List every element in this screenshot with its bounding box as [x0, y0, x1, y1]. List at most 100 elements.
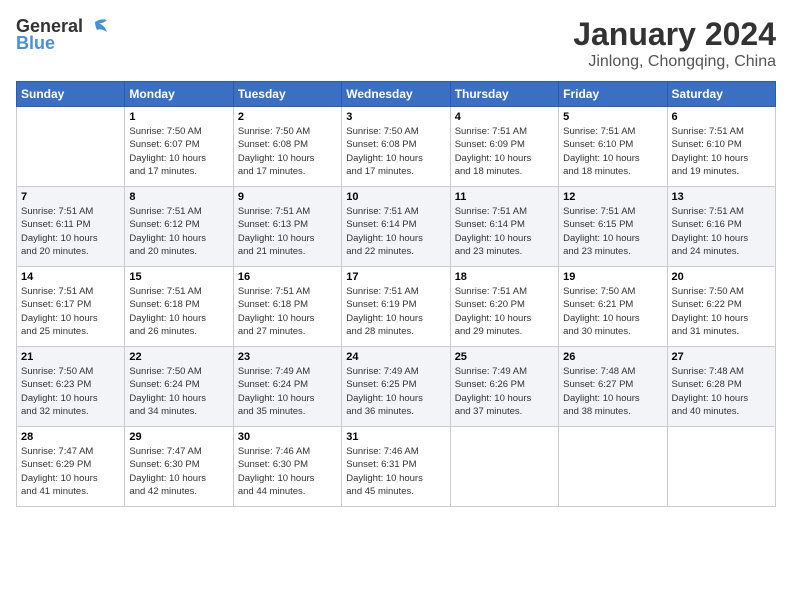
calendar-cell: 15Sunrise: 7:51 AMSunset: 6:18 PMDayligh… [125, 267, 233, 347]
sunrise-text: Sunrise: 7:48 AM [563, 366, 635, 377]
sunset-text: Sunset: 6:08 PM [346, 139, 416, 150]
page-container: General Blue January 2024 Jinlong, Chong… [0, 0, 792, 612]
daylight-text: Daylight: 10 hours and 20 minutes. [21, 233, 98, 257]
day-number: 28 [21, 431, 120, 443]
day-info: Sunrise: 7:48 AMSunset: 6:27 PMDaylight:… [563, 365, 662, 418]
day-number: 2 [238, 111, 337, 123]
sunset-text: Sunset: 6:20 PM [455, 299, 525, 310]
sunrise-text: Sunrise: 7:46 AM [346, 446, 418, 457]
sunrise-text: Sunrise: 7:49 AM [238, 366, 310, 377]
day-info: Sunrise: 7:50 AMSunset: 6:08 PMDaylight:… [346, 125, 445, 178]
sunset-text: Sunset: 6:16 PM [672, 219, 742, 230]
sunset-text: Sunset: 6:22 PM [672, 299, 742, 310]
sunrise-text: Sunrise: 7:51 AM [129, 206, 201, 217]
sunset-text: Sunset: 6:14 PM [346, 219, 416, 230]
calendar-cell: 14Sunrise: 7:51 AMSunset: 6:17 PMDayligh… [17, 267, 125, 347]
calendar-cell: 3 Sunrise: 7:50 AMSunset: 6:08 PMDaylight… [342, 107, 450, 187]
calendar-cell: 23Sunrise: 7:49 AMSunset: 6:24 PMDayligh… [233, 347, 341, 427]
calendar-cell: 4 Sunrise: 7:51 AMSunset: 6:09 PMDaylight… [450, 107, 558, 187]
day-info: Sunrise: 7:50 AMSunset: 6:07 PMDaylight:… [129, 125, 228, 178]
day-number: 23 [238, 351, 337, 363]
header-area: General Blue January 2024 Jinlong, Chong… [16, 16, 776, 71]
sunrise-text: Sunrise: 7:51 AM [238, 286, 310, 297]
weekday-header: Sunday [17, 82, 125, 107]
day-info: Sunrise: 7:47 AMSunset: 6:30 PMDaylight:… [129, 445, 228, 498]
day-info: Sunrise: 7:50 AMSunset: 6:23 PMDaylight:… [21, 365, 120, 418]
day-number: 4 [455, 111, 554, 123]
calendar-cell: 7Sunrise: 7:51 AMSunset: 6:11 PMDaylight… [17, 187, 125, 267]
sunset-text: Sunset: 6:14 PM [455, 219, 525, 230]
sunrise-text: Sunrise: 7:49 AM [455, 366, 527, 377]
daylight-text: Daylight: 10 hours and 27 minutes. [238, 313, 315, 337]
sunset-text: Sunset: 6:10 PM [563, 139, 633, 150]
day-number: 18 [455, 271, 554, 283]
day-info: Sunrise: 7:49 AMSunset: 6:25 PMDaylight:… [346, 365, 445, 418]
calendar-cell: 8Sunrise: 7:51 AMSunset: 6:12 PMDaylight… [125, 187, 233, 267]
calendar-cell: 31Sunrise: 7:46 AMSunset: 6:31 PMDayligh… [342, 427, 450, 507]
calendar-cell: 20Sunrise: 7:50 AMSunset: 6:22 PMDayligh… [667, 267, 775, 347]
day-info: Sunrise: 7:51 AMSunset: 6:12 PMDaylight:… [129, 205, 228, 258]
weekday-header: Thursday [450, 82, 558, 107]
sunset-text: Sunset: 6:11 PM [21, 219, 91, 230]
day-number: 10 [346, 191, 445, 203]
day-info: Sunrise: 7:51 AMSunset: 6:09 PMDaylight:… [455, 125, 554, 178]
daylight-text: Daylight: 10 hours and 17 minutes. [346, 153, 423, 177]
location-title: Jinlong, Chongqing, China [573, 53, 776, 71]
day-number: 12 [563, 191, 662, 203]
day-number: 3 [346, 111, 445, 123]
day-info: Sunrise: 7:51 AMSunset: 6:17 PMDaylight:… [21, 285, 120, 338]
sunrise-text: Sunrise: 7:51 AM [455, 286, 527, 297]
sunset-text: Sunset: 6:25 PM [346, 379, 416, 390]
daylight-text: Daylight: 10 hours and 23 minutes. [455, 233, 532, 257]
weekday-header: Friday [559, 82, 667, 107]
sunset-text: Sunset: 6:31 PM [346, 459, 416, 470]
sunset-text: Sunset: 6:10 PM [672, 139, 742, 150]
day-number: 7 [21, 191, 120, 203]
calendar-cell: 9 Sunrise: 7:51 AMSunset: 6:13 PMDaylight… [233, 187, 341, 267]
day-info: Sunrise: 7:46 AMSunset: 6:31 PMDaylight:… [346, 445, 445, 498]
sunset-text: Sunset: 6:28 PM [672, 379, 742, 390]
sunset-text: Sunset: 6:07 PM [129, 139, 199, 150]
day-info: Sunrise: 7:46 AMSunset: 6:30 PMDaylight:… [238, 445, 337, 498]
sunrise-text: Sunrise: 7:47 AM [21, 446, 93, 457]
sunset-text: Sunset: 6:27 PM [563, 379, 633, 390]
day-number: 30 [238, 431, 337, 443]
weekday-header: Saturday [667, 82, 775, 107]
sunrise-text: Sunrise: 7:48 AM [672, 366, 744, 377]
day-info: Sunrise: 7:51 AMSunset: 6:14 PMDaylight:… [455, 205, 554, 258]
day-number: 24 [346, 351, 445, 363]
day-info: Sunrise: 7:47 AMSunset: 6:29 PMDaylight:… [21, 445, 120, 498]
day-info: Sunrise: 7:51 AMSunset: 6:20 PMDaylight:… [455, 285, 554, 338]
day-info: Sunrise: 7:51 AMSunset: 6:15 PMDaylight:… [563, 205, 662, 258]
calendar-cell: 26Sunrise: 7:48 AMSunset: 6:27 PMDayligh… [559, 347, 667, 427]
title-area: January 2024 Jinlong, Chongqing, China [573, 16, 776, 71]
sunset-text: Sunset: 6:24 PM [238, 379, 308, 390]
daylight-text: Daylight: 10 hours and 18 minutes. [563, 153, 640, 177]
sunrise-text: Sunrise: 7:51 AM [21, 286, 93, 297]
calendar-cell: 6Sunrise: 7:51 AMSunset: 6:10 PMDaylight… [667, 107, 775, 187]
sunrise-text: Sunrise: 7:47 AM [129, 446, 201, 457]
day-number: 11 [455, 191, 554, 203]
day-info: Sunrise: 7:51 AMSunset: 6:13 PMDaylight:… [238, 205, 337, 258]
day-number: 1 [129, 111, 228, 123]
daylight-text: Daylight: 10 hours and 17 minutes. [129, 153, 206, 177]
day-info: Sunrise: 7:51 AMSunset: 6:16 PMDaylight:… [672, 205, 771, 258]
daylight-text: Daylight: 10 hours and 23 minutes. [563, 233, 640, 257]
day-info: Sunrise: 7:51 AMSunset: 6:14 PMDaylight:… [346, 205, 445, 258]
calendar-week-row: 21Sunrise: 7:50 AMSunset: 6:23 PMDayligh… [17, 347, 776, 427]
daylight-text: Daylight: 10 hours and 17 minutes. [238, 153, 315, 177]
day-number: 31 [346, 431, 445, 443]
day-number: 26 [563, 351, 662, 363]
day-number: 20 [672, 271, 771, 283]
sunset-text: Sunset: 6:08 PM [238, 139, 308, 150]
sunset-text: Sunset: 6:30 PM [238, 459, 308, 470]
day-info: Sunrise: 7:51 AMSunset: 6:19 PMDaylight:… [346, 285, 445, 338]
daylight-text: Daylight: 10 hours and 26 minutes. [129, 313, 206, 337]
day-number: 9 [238, 191, 337, 203]
day-number: 17 [346, 271, 445, 283]
calendar-cell: 30 Sunrise: 7:46 AMSunset: 6:30 PMDayligh… [233, 427, 341, 507]
calendar-cell: 25Sunrise: 7:49 AMSunset: 6:26 PMDayligh… [450, 347, 558, 427]
sunset-text: Sunset: 6:12 PM [129, 219, 199, 230]
day-info: Sunrise: 7:50 AMSunset: 6:21 PMDaylight:… [563, 285, 662, 338]
sunrise-text: Sunrise: 7:51 AM [563, 126, 635, 137]
